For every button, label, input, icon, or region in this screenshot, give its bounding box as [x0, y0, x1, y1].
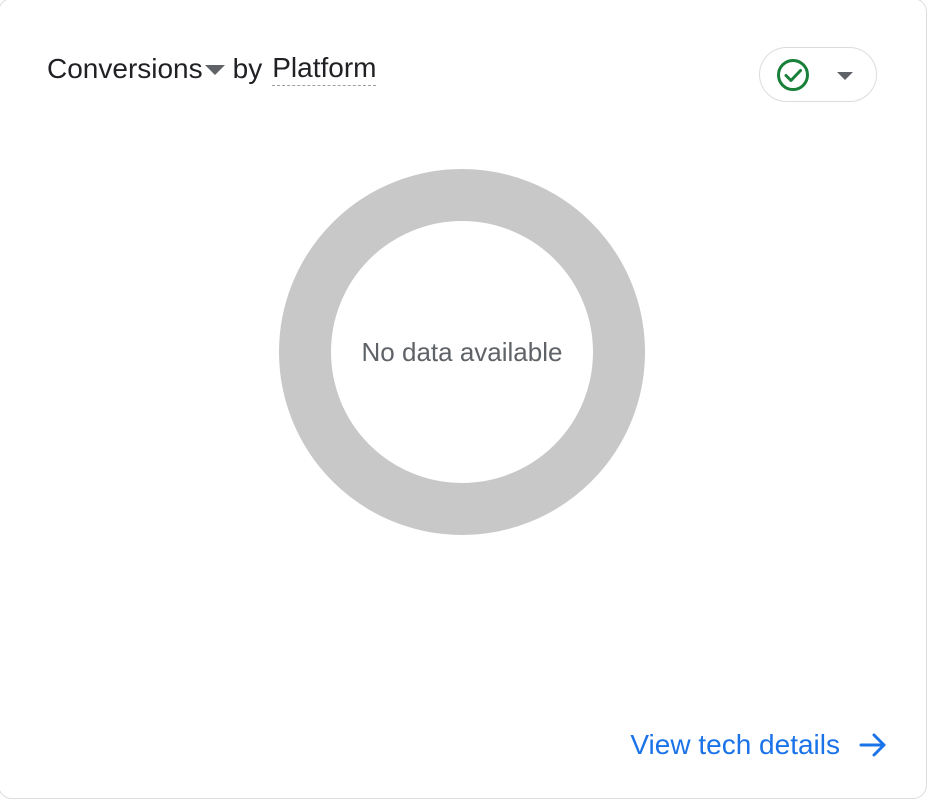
- by-text: by: [232, 53, 263, 84]
- card-title: Conversions by Platform: [47, 51, 377, 87]
- caret-down-icon: [204, 65, 225, 75]
- dimension-dropdown[interactable]: Platform: [272, 52, 377, 86]
- conversions-by-platform-card: Conversions by Platform No data availabl…: [0, 0, 927, 799]
- check-circle-icon: [777, 59, 809, 91]
- metric-dropdown[interactable]: Conversions: [47, 53, 225, 85]
- arrow-right-icon: [859, 733, 886, 757]
- metric-label: Conversions: [47, 53, 203, 84]
- status-dropdown-button[interactable]: [759, 47, 877, 102]
- chevron-down-icon: [837, 72, 853, 80]
- no-data-message: No data available: [361, 337, 563, 367]
- view-tech-details-label: View tech details: [630, 729, 840, 760]
- view-tech-details-link[interactable]: View tech details: [630, 729, 888, 761]
